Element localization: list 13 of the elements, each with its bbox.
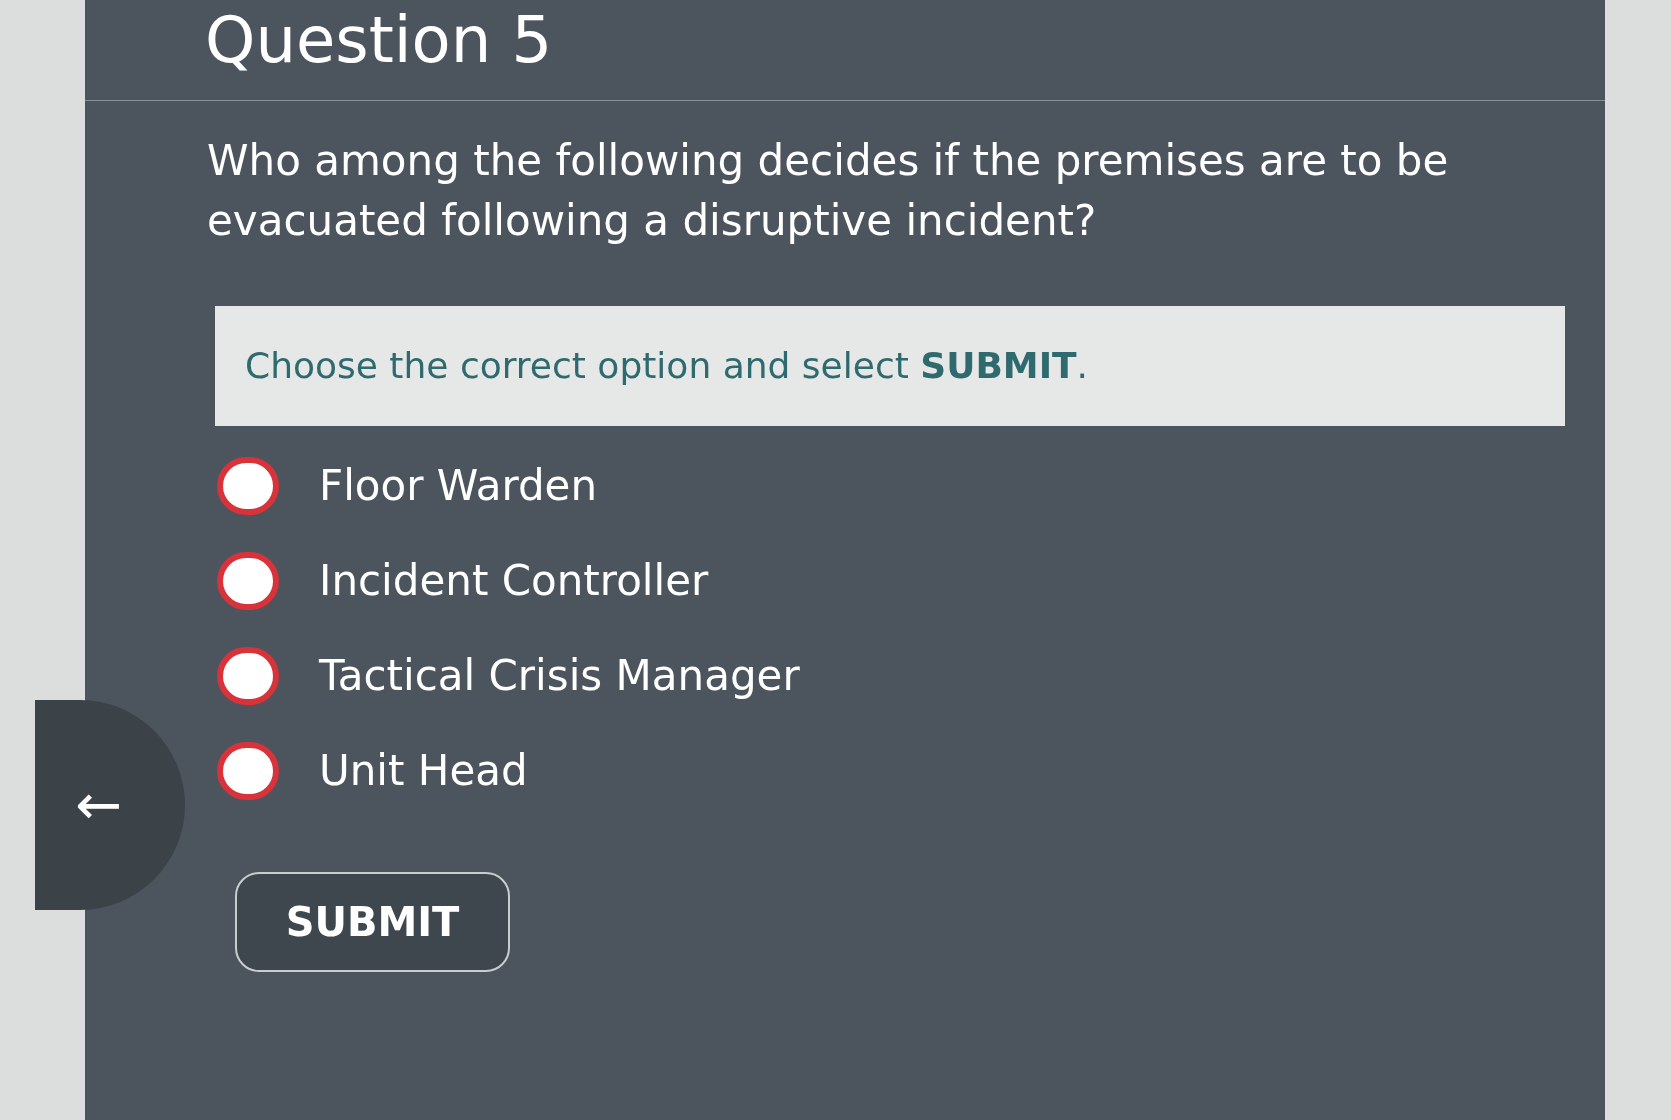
option-label[interactable]: Unit Head [319,739,528,802]
option-label[interactable]: Tactical Crisis Manager [319,644,800,707]
radio-button[interactable] [217,741,279,800]
back-button[interactable]: ← [35,700,185,910]
radio-button[interactable] [217,646,279,705]
instruction-text: Choose the correct option and select SUBMIT. [245,344,1089,388]
radio-button[interactable] [217,456,279,515]
option-label[interactable]: Incident Controller [319,549,709,612]
submit-button[interactable]: SUBMIT [235,872,510,972]
question-title: Question 5 [205,2,554,78]
radio-button[interactable] [217,551,279,610]
question-text: Who among the following decides if the premises are to be evacuated following a disruptive incident? [206,135,1450,247]
option-label[interactable]: Floor Warden [319,454,598,517]
